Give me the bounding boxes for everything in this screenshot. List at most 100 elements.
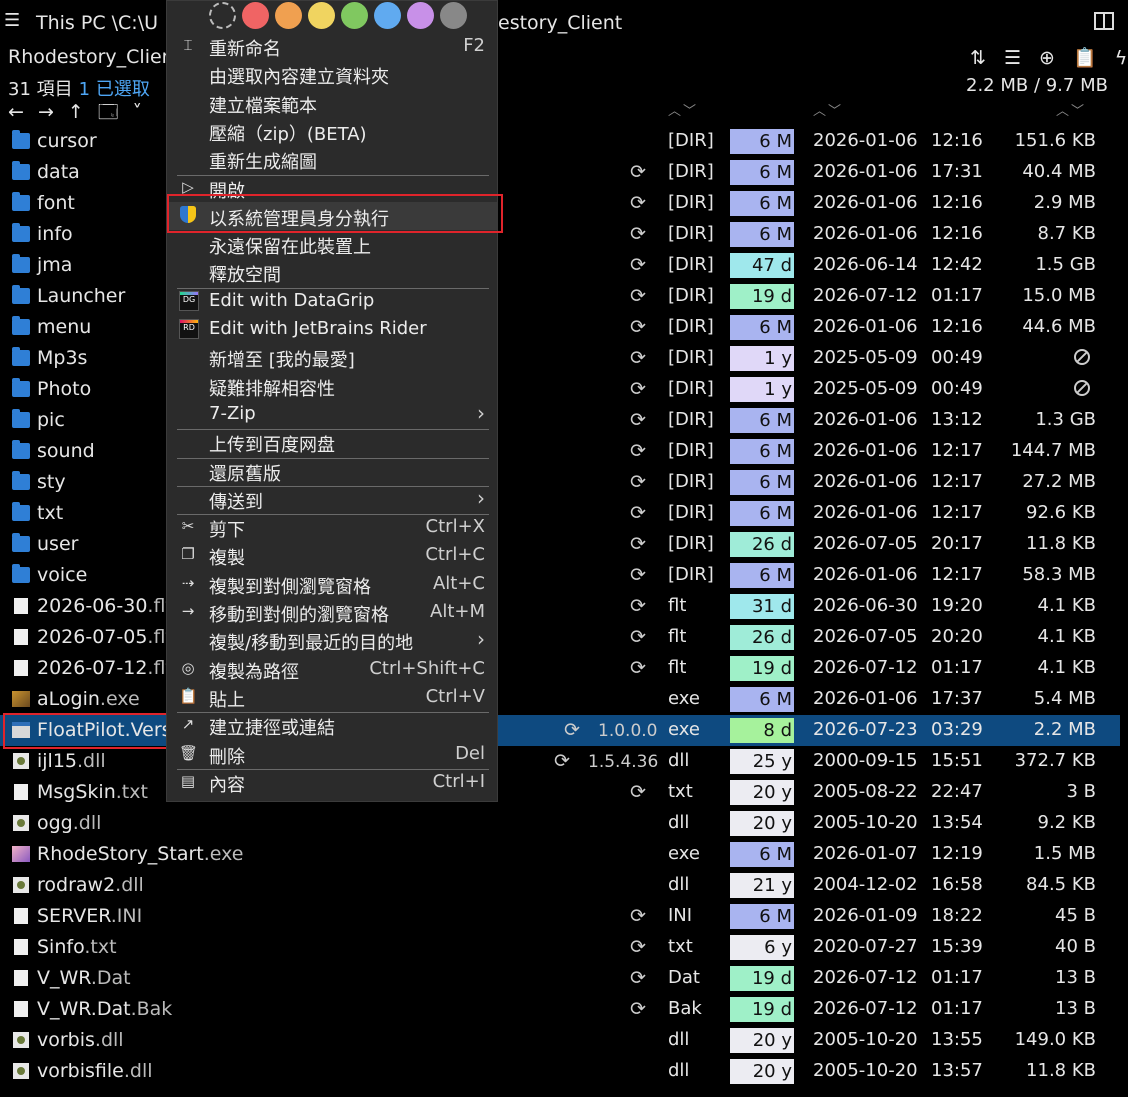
menu-item[interactable]: 由選取內容建立資料夾 <box>167 60 497 88</box>
file-age-badge: 19 d <box>730 656 794 681</box>
file-age-badge: 31 d <box>730 594 794 619</box>
sync-status-icon: ⟳ <box>630 471 646 493</box>
file-size: 8.7 KB <box>1037 223 1097 244</box>
file-time: 22:47 <box>931 781 983 802</box>
file-type: [DIR] <box>668 347 714 368</box>
menu-item[interactable]: → 移動到對側的瀏覽窗格 Alt+M <box>167 598 497 626</box>
file-size: 44.6 MB <box>1022 316 1096 337</box>
menu-item[interactable]: 📋 貼上 Ctrl+V <box>167 683 497 711</box>
file-name: txt <box>37 502 63 524</box>
menu-item[interactable]: ◎ 複製為路徑 Ctrl+Shift+C <box>167 655 497 683</box>
file-row[interactable]: rodraw2.dll dll 21 y 2004-12-02 16:58 84.5 KB <box>0 870 1120 901</box>
file-name: 2026-06-30.flt <box>37 595 173 617</box>
folder-icon <box>12 316 30 335</box>
color-tag-swatch[interactable] <box>308 2 335 29</box>
file-type: flt <box>668 595 687 616</box>
color-tag-swatch[interactable] <box>407 2 434 29</box>
menu-item[interactable]: RD Edit with JetBrains Rider <box>167 315 497 343</box>
sort-date-arrows-icon[interactable]: ︿﹀ <box>813 100 843 119</box>
menu-item[interactable]: 釋放空間 <box>167 258 497 286</box>
file-time: 12:16 <box>931 223 983 244</box>
file-size: 3 B <box>1066 781 1096 802</box>
chevron-right-icon: › <box>477 627 485 652</box>
dll-icon <box>13 815 29 831</box>
menu-item[interactable]: ✂ 剪下 Ctrl+X <box>167 513 497 541</box>
menu-item[interactable]: ↗ 建立捷徑或連結 <box>167 711 497 739</box>
file-time: 19:20 <box>931 595 983 616</box>
address-path-tail[interactable]: estory_Client <box>498 12 622 34</box>
folder-icon <box>12 347 30 366</box>
menu-item-label: 內容 <box>209 774 245 796</box>
copy-to-pane-icon: ⇢ <box>181 573 195 592</box>
file-date: 2026-01-06 <box>813 502 918 523</box>
file-date: 2026-01-06 <box>813 316 918 337</box>
color-tag-swatch[interactable] <box>242 2 269 29</box>
color-tag-swatch[interactable] <box>440 2 467 29</box>
menu-item[interactable]: 上传到百度网盘 <box>167 428 497 456</box>
file-age-badge: 6 M <box>730 222 794 247</box>
address-path[interactable]: This PC \C:\U <box>36 12 158 34</box>
menu-item-label: 重新生成縮圖 <box>209 152 317 174</box>
menu-item-shortcut: F2 <box>463 35 485 56</box>
menu-item[interactable]: 新增至 [我的最愛] <box>167 343 497 371</box>
sync-status-icon: ⟳ <box>630 967 646 989</box>
file-name: font <box>37 192 75 214</box>
menu-item[interactable]: 🗑 刪除 Del <box>167 740 497 768</box>
color-tag-swatch[interactable] <box>341 2 368 29</box>
menu-item[interactable]: 永遠保留在此裝置上 <box>167 230 497 258</box>
file-row[interactable]: Sinfo.txt ⟳ txt 6 y 2020-07-27 15:39 40 B <box>0 932 1120 963</box>
file-date: 2026-01-06 <box>813 409 918 430</box>
shortcut-icon: ↗ <box>181 715 195 734</box>
menu-item[interactable]: 複製/移動到最近的目的地 › <box>167 626 497 654</box>
menu-item[interactable]: ⇢ 複製到對側瀏覽窗格 Alt+C <box>167 570 497 598</box>
menu-item[interactable]: ⌶ 重新命名 F2 <box>167 32 497 60</box>
no-color-tag-swatch[interactable] <box>209 2 236 29</box>
document-icon <box>14 660 28 676</box>
file-time: 12:19 <box>931 843 983 864</box>
file-row[interactable]: V_WR.Dat ⟳ Dat 19 d 2026-07-12 01:17 13 B <box>0 963 1120 994</box>
file-type: INI <box>668 905 693 926</box>
file-row[interactable]: V_WR.Dat.Bak ⟳ Bak 19 d 2026-07-12 01:17 13 B <box>0 994 1120 1025</box>
file-age-badge: 6 M <box>730 315 794 340</box>
menu-item[interactable]: 壓縮（zip）(BETA) <box>167 117 497 145</box>
menu-item[interactable]: 傳送到 › <box>167 485 497 513</box>
view-toolbar-icons[interactable]: ⇅ ☰ ⊕ 📋 ϟ <box>970 46 1128 69</box>
folder-icon <box>12 502 30 521</box>
menu-item-label: 壓縮（zip）(BETA) <box>209 123 367 145</box>
menu-item[interactable]: 重新生成縮圖 <box>167 145 497 173</box>
menu-item-label: 疑難排解相容性 <box>209 378 335 400</box>
menu-lines-icon[interactable]: ☰ <box>4 10 20 31</box>
rename-icon: ⌶ <box>183 36 193 54</box>
file-type: exe <box>668 688 700 709</box>
menu-item[interactable]: ❐ 複製 Ctrl+C <box>167 541 497 569</box>
file-name: Photo <box>37 378 91 400</box>
menu-item[interactable]: 還原舊版 <box>167 457 497 485</box>
menu-item[interactable]: 7-Zip › <box>167 400 497 428</box>
file-row[interactable]: ogg.dll dll 20 y 2005-10-20 13:54 9.2 KB <box>0 808 1120 839</box>
menu-item-label: 移動到對側的瀏覽窗格 <box>209 605 389 626</box>
file-time: 17:37 <box>931 688 983 709</box>
menu-item-label: 永遠保留在此裝置上 <box>209 237 371 259</box>
file-type: dll <box>668 750 690 771</box>
file-time: 12:42 <box>931 254 983 275</box>
file-row[interactable]: vorbisfile.dll dll 20 y 2005-10-20 13:57 11.8… <box>0 1056 1120 1087</box>
color-tag-swatch[interactable] <box>374 2 401 29</box>
menu-item[interactable]: ▤ 內容 Ctrl+I <box>167 768 497 796</box>
menu-item[interactable]: DG Edit with DataGrip <box>167 287 497 315</box>
menu-item[interactable]: 建立檔案範本 <box>167 89 497 117</box>
file-basename: pic <box>37 409 65 431</box>
document-icon <box>14 784 28 800</box>
file-row[interactable]: RhodeStory_Start.exe exe 6 M 2026-01-07 12:1… <box>0 839 1120 870</box>
file-time: 12:17 <box>931 471 983 492</box>
sort-size-arrows-icon[interactable]: ︿﹀ <box>1056 100 1086 119</box>
sort-type-arrows-icon[interactable]: ︿﹀ <box>668 100 698 119</box>
chevron-right-icon: › <box>477 485 485 510</box>
dll-icon <box>13 1032 29 1048</box>
color-tag-swatch[interactable] <box>275 2 302 29</box>
file-size: 11.8 KB <box>1026 533 1096 554</box>
file-type: [DIR] <box>668 192 714 213</box>
split-panel-icon[interactable] <box>1094 12 1114 30</box>
file-row[interactable]: vorbis.dll dll 20 y 2005-10-20 13:55 149.0 KB <box>0 1025 1120 1056</box>
file-row[interactable]: SERVER.INI ⟳ INI 6 M 2026-01-09 18:22 45 B <box>0 901 1120 932</box>
menu-item[interactable]: 疑難排解相容性 <box>167 372 497 400</box>
